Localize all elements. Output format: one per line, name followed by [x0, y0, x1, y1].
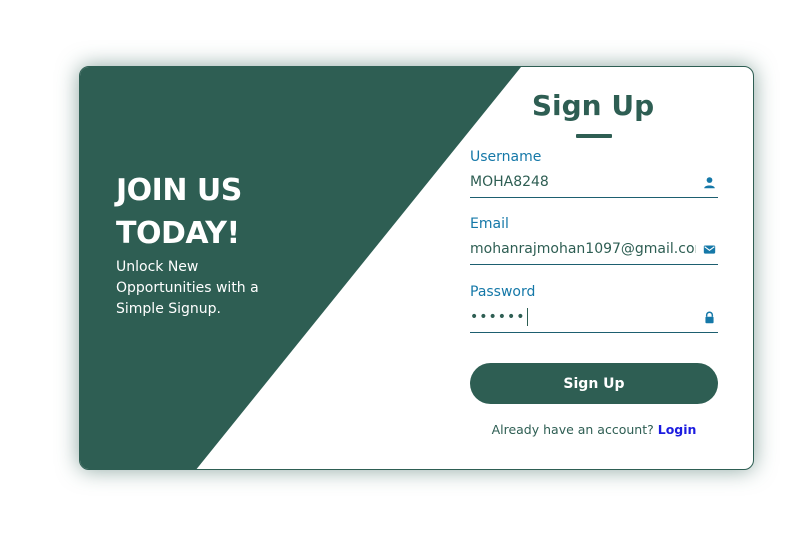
hero-subtitle-line2: Opportunities with a — [116, 280, 259, 296]
username-field: Username — [470, 147, 718, 198]
password-label: Password — [470, 284, 536, 300]
hero-panel: JOIN US TODAY! Unlock New Opportunities … — [116, 169, 286, 320]
password-row: •••••• — [470, 302, 718, 333]
username-row — [470, 167, 718, 198]
password-input[interactable]: •••••• — [470, 305, 526, 329]
hero-title-line2: TODAY! — [116, 216, 240, 251]
hero-subtitle-line3: Simple Signup. — [116, 301, 221, 317]
login-prompt: Already have an account? Login — [470, 422, 718, 437]
hero-subtitle: Unlock New Opportunities with a Simple S… — [116, 257, 286, 320]
hero-subtitle-line1: Unlock New — [116, 259, 199, 275]
title-underline — [576, 134, 612, 138]
text-caret — [526, 308, 528, 326]
login-link[interactable]: Login — [658, 422, 697, 437]
password-field: Password •••••• — [470, 282, 718, 333]
email-input[interactable] — [470, 237, 696, 261]
email-field: Email — [470, 214, 718, 265]
hero-title-line1: JOIN US — [116, 173, 242, 208]
login-prompt-text: Already have an account? — [491, 422, 654, 437]
user-icon — [704, 177, 715, 189]
username-label: Username — [470, 149, 542, 165]
mail-icon — [703, 245, 716, 254]
email-label: Email — [470, 216, 509, 232]
hero-title: JOIN US TODAY! — [116, 169, 286, 255]
email-row — [470, 234, 718, 265]
signup-button[interactable]: Sign Up — [470, 363, 718, 404]
form-title: Sign Up — [531, 89, 655, 122]
signup-card: JOIN US TODAY! Unlock New Opportunities … — [79, 66, 754, 470]
username-input[interactable] — [470, 170, 696, 194]
lock-icon — [705, 311, 714, 324]
